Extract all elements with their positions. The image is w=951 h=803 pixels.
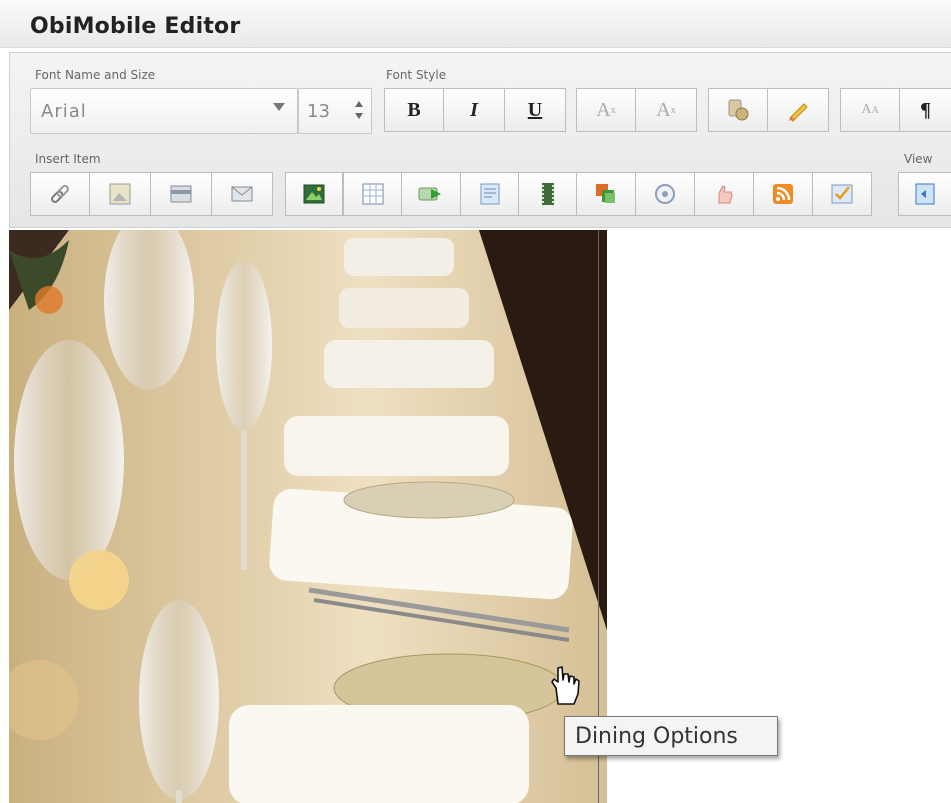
paragraph-button[interactable]: ¶ (899, 88, 951, 132)
font-name-dropdown[interactable]: Arial (30, 88, 298, 134)
banner-icon (170, 185, 192, 203)
table-icon (362, 183, 383, 205)
insert-checklist-button[interactable] (812, 172, 872, 216)
font-name-value: Arial (41, 101, 87, 122)
bold-button[interactable]: B (384, 88, 444, 132)
font-size-stepper[interactable]: 13 (298, 88, 372, 134)
insert-email-button[interactable] (211, 172, 273, 216)
insert-table-button[interactable] (343, 172, 402, 216)
insert-gallery-button[interactable] (576, 172, 636, 216)
subscript-label: A (596, 98, 611, 121)
font-size-value: 13 (307, 101, 330, 122)
italic-button[interactable]: I (443, 88, 505, 132)
view-label: View (904, 152, 933, 166)
hand-icon (718, 185, 733, 204)
hand-cursor-icon (551, 666, 580, 705)
checklist-icon (831, 184, 853, 204)
form-icon (480, 183, 499, 205)
video-icon (541, 183, 554, 205)
chevron-down-icon (273, 103, 285, 111)
insert-button-button[interactable] (401, 172, 461, 216)
insert-video-button[interactable] (518, 172, 577, 216)
insert-item-label: Insert Item (35, 152, 101, 166)
font-style-label: Font Style (386, 68, 447, 82)
decrement-icon[interactable] (355, 113, 363, 119)
tooltip: Dining Options (564, 716, 778, 756)
picture-icon (303, 184, 325, 204)
image-placeholder-icon (109, 183, 131, 205)
editor-canvas[interactable] (9, 230, 607, 803)
view-preview-button[interactable] (898, 172, 951, 216)
preview-icon (915, 183, 935, 205)
underline-button[interactable]: U (504, 88, 566, 132)
dining-table-photo[interactable] (9, 230, 607, 803)
insert-rss-button[interactable] (753, 172, 813, 216)
table-setting-illustration (9, 230, 607, 803)
tooltip-text: Dining Options (575, 724, 738, 749)
insert-picture-button[interactable] (285, 172, 343, 216)
pencil-icon (789, 103, 808, 122)
increment-icon[interactable] (355, 101, 363, 107)
insert-placeholder-button[interactable] (89, 172, 151, 216)
gallery-icon (596, 184, 615, 203)
font-name-size-label: Font Name and Size (35, 68, 156, 82)
insert-banner-button[interactable] (150, 172, 212, 216)
highlight-button[interactable] (767, 88, 829, 132)
superscript-label: A (656, 98, 671, 121)
insert-form-button[interactable] (460, 172, 519, 216)
font-size-adjust-button[interactable]: AA (840, 88, 900, 132)
title-bar: ObiMobile Editor (0, 0, 951, 48)
app-title: ObiMobile Editor (30, 14, 241, 39)
format-painter-icon (728, 99, 749, 121)
superscript-button[interactable]: Ax (635, 88, 697, 132)
rss-icon (773, 184, 793, 204)
insert-link-button[interactable] (30, 172, 90, 216)
format-painter-button[interactable] (708, 88, 768, 132)
font-size-adjust-label: A (861, 102, 872, 117)
link-icon (51, 185, 69, 203)
arrow-button-icon (418, 187, 441, 201)
subscript-button[interactable]: Ax (576, 88, 636, 132)
insert-like-button[interactable] (694, 172, 754, 216)
clock-icon (655, 184, 675, 204)
envelope-icon (231, 186, 253, 202)
insert-timer-button[interactable] (635, 172, 695, 216)
